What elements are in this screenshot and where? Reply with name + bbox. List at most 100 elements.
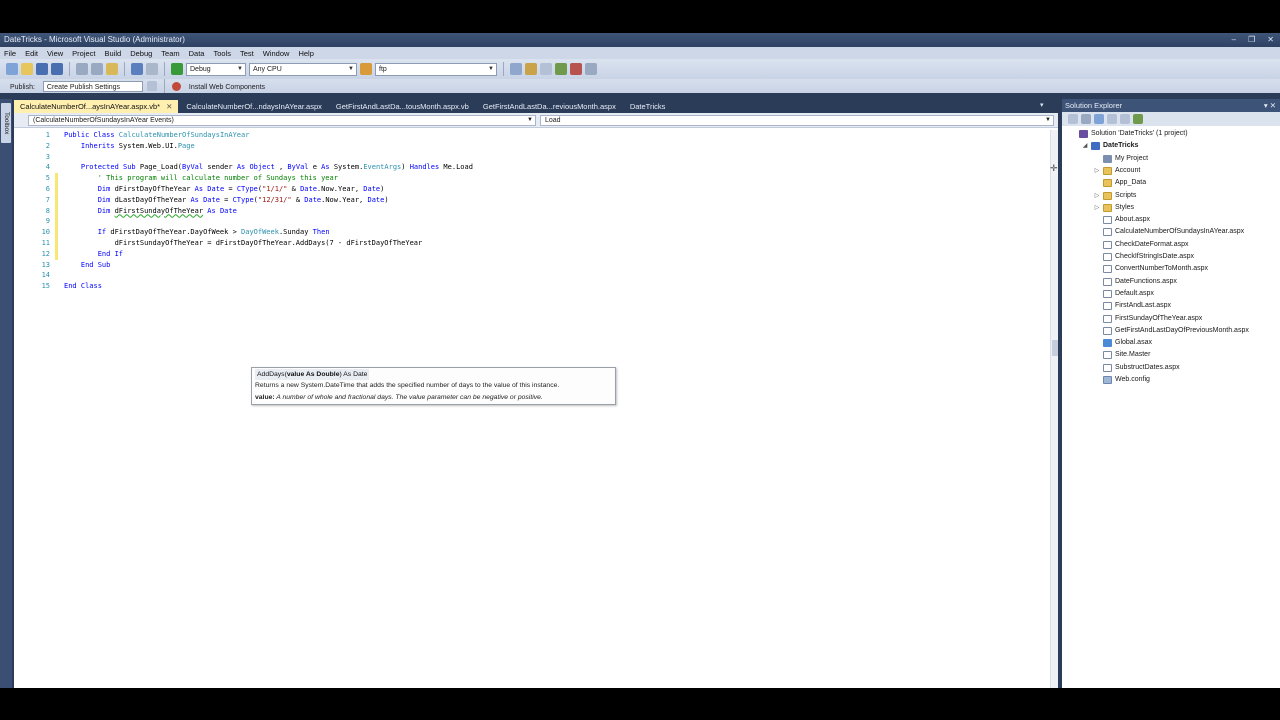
copy-website-icon[interactable] (1133, 114, 1143, 124)
code-editor[interactable]: (CalculateNumberOfSundaysInAYear Events)… (14, 113, 1058, 688)
extension-manager-icon[interactable] (585, 63, 597, 75)
install-web-components-button[interactable]: Install Web Components (185, 81, 269, 92)
refresh-icon[interactable] (1094, 114, 1104, 124)
expand-arrow-icon[interactable]: ▷ (1094, 165, 1100, 177)
expand-arrow-icon[interactable]: ◢ (1082, 140, 1088, 152)
tree-item[interactable]: Solution 'DateTricks' (1 project) (1070, 128, 1188, 140)
menu-window[interactable]: Window (263, 49, 290, 58)
cut-icon[interactable] (76, 63, 88, 75)
code-line[interactable]: 6 Dim dFirstDayOfTheYear As Date = CType… (14, 184, 1044, 195)
find-input[interactable]: ftp ▼ (375, 62, 497, 76)
code-line[interactable]: 3 (14, 152, 1044, 163)
menu-debug[interactable]: Debug (130, 49, 152, 58)
menu-project[interactable]: Project (72, 49, 95, 58)
redo-icon[interactable] (146, 63, 158, 75)
toolbox-icon[interactable] (555, 63, 567, 75)
code-line[interactable]: 11 dFirstSundayOfTheYear = dFirstDayOfTh… (14, 238, 1044, 249)
code-line[interactable]: 13 End Sub (14, 260, 1044, 271)
toolbox-tab[interactable]: Toolbox (1, 103, 11, 143)
code-line[interactable]: 8 Dim dFirstSundayOfTheYear As Date (14, 205, 1044, 217)
code-line[interactable]: 4 Protected Sub Page_Load(ByVal sender A… (14, 162, 1044, 173)
solution-explorer-icon[interactable] (510, 63, 522, 75)
split-window-icon[interactable]: ✛ (1050, 163, 1058, 174)
code-line[interactable]: 14 (14, 270, 1044, 281)
solution-platform-select[interactable]: Any CPU ▼ (249, 62, 357, 76)
web-platform-installer-icon[interactable] (171, 81, 181, 91)
scrollbar-thumb[interactable] (1052, 340, 1058, 356)
view-designer-icon[interactable] (1120, 114, 1130, 124)
tab-overflow-icon[interactable]: ▾ (1040, 99, 1058, 113)
minimize-icon[interactable]: – (1232, 35, 1236, 45)
code-line[interactable]: 15 End Class (14, 281, 1044, 292)
tree-item[interactable]: FirstSundayOfTheYear.aspx (1094, 313, 1202, 325)
tree-item[interactable]: Global.asax (1094, 337, 1152, 349)
tab-getfirstlast-vb[interactable]: GetFirstAndLastDa...tousMonth.aspx.vb (330, 100, 475, 113)
save-all-icon[interactable] (51, 63, 63, 75)
object-browser-icon[interactable] (540, 63, 552, 75)
show-all-files-icon[interactable] (1081, 114, 1091, 124)
expand-arrow-icon[interactable]: ▷ (1094, 202, 1100, 214)
tree-item[interactable]: Web.config (1094, 374, 1150, 386)
tree-item[interactable]: CheckDateFormat.aspx (1094, 239, 1189, 251)
code-line[interactable]: 2 Inherits System.Web.UI.Page (14, 141, 1044, 152)
publish-profile-select[interactable]: Create Publish Settings (42, 80, 143, 92)
find-in-files-icon[interactable] (360, 63, 372, 75)
method-name-select[interactable]: Load ▼ (540, 115, 1054, 126)
code-line[interactable]: 10 If dFirstDayOfTheYear.DayOfWeek > Day… (14, 227, 1044, 239)
tree-item[interactable]: ConvertNumberToMonth.aspx (1094, 263, 1208, 275)
copy-icon[interactable] (91, 63, 103, 75)
save-icon[interactable] (36, 63, 48, 75)
tree-item[interactable]: Site.Master (1094, 349, 1150, 361)
tree-item[interactable]: App_Data (1094, 177, 1146, 189)
code-line[interactable]: 1 Public Class CalculateNumberOfSundaysIn… (14, 130, 1044, 141)
tab-calculate-vb[interactable]: CalculateNumberOf...aysInAYear.aspx.vb* ✕ (14, 100, 179, 113)
menu-tools[interactable]: Tools (213, 49, 231, 58)
tree-item[interactable]: About.aspx (1094, 214, 1150, 226)
tree-item[interactable]: ◢ DateTricks (1082, 140, 1138, 152)
tab-calculate-aspx[interactable]: CalculateNumberOf...ndaysInAYear.aspx (180, 100, 328, 113)
tab-getfirstlast-aspx[interactable]: GetFirstAndLastDa...reviousMonth.aspx (477, 100, 622, 113)
new-project-icon[interactable] (6, 63, 18, 75)
code-line[interactable]: 7 Dim dLastDayOfTheYear As Date = CType(… (14, 194, 1044, 206)
open-file-icon[interactable] (21, 63, 33, 75)
maximize-icon[interactable]: ❐ (1248, 35, 1255, 45)
tab-datetricks[interactable]: DateTricks (624, 100, 672, 113)
tree-item[interactable]: DateFunctions.aspx (1094, 276, 1177, 288)
tree-item[interactable]: SubstructDates.aspx (1094, 362, 1180, 374)
close-icon[interactable]: ✕ (1267, 35, 1274, 45)
menu-data[interactable]: Data (189, 49, 205, 58)
tree-item[interactable]: CalculateNumberOfSundaysInAYear.aspx (1094, 226, 1244, 238)
expand-arrow-icon[interactable]: ▷ (1094, 190, 1100, 202)
menu-help[interactable]: Help (298, 49, 313, 58)
menu-build[interactable]: Build (105, 49, 122, 58)
menu-test[interactable]: Test (240, 49, 254, 58)
start-debugging-icon[interactable] (171, 63, 183, 75)
tree-item[interactable]: FirstAndLast.aspx (1094, 300, 1171, 312)
code-line[interactable]: 9 (14, 216, 1044, 228)
tree-item[interactable]: Default.aspx (1094, 288, 1154, 300)
tree-item[interactable]: ▷ Scripts (1094, 190, 1136, 202)
menu-view[interactable]: View (47, 49, 63, 58)
menu-file[interactable]: File (4, 49, 16, 58)
close-tab-icon[interactable]: ✕ (166, 102, 172, 111)
tree-item[interactable]: ▷ Styles (1094, 202, 1134, 214)
tree-item[interactable]: My Project (1094, 153, 1148, 165)
undo-icon[interactable] (131, 63, 143, 75)
publish-icon[interactable] (146, 81, 157, 91)
tree-item[interactable]: GetFirstAndLastDayOfPreviousMonth.aspx (1094, 325, 1249, 337)
view-code-icon[interactable] (1107, 114, 1117, 124)
paste-icon[interactable] (106, 63, 118, 75)
menu-edit[interactable]: Edit (25, 49, 38, 58)
editor-vertical-scrollbar[interactable] (1050, 130, 1058, 688)
properties-icon[interactable] (1068, 114, 1078, 124)
panel-controls[interactable]: ▾ ✕ (1264, 99, 1276, 112)
code-line[interactable]: 12 End If (14, 248, 1044, 260)
code-line[interactable]: 5 ' This program will calculate number o… (14, 173, 1044, 185)
menu-team[interactable]: Team (161, 49, 179, 58)
tree-item[interactable]: CheckIfStringIsDate.aspx (1094, 251, 1194, 263)
tree-item[interactable]: ▷ Account (1094, 165, 1140, 177)
start-page-icon[interactable] (570, 63, 582, 75)
class-name-select[interactable]: (CalculateNumberOfSundaysInAYear Events)… (28, 115, 536, 126)
properties-icon[interactable] (525, 63, 537, 75)
solution-configuration-select[interactable]: Debug ▼ (186, 62, 246, 76)
